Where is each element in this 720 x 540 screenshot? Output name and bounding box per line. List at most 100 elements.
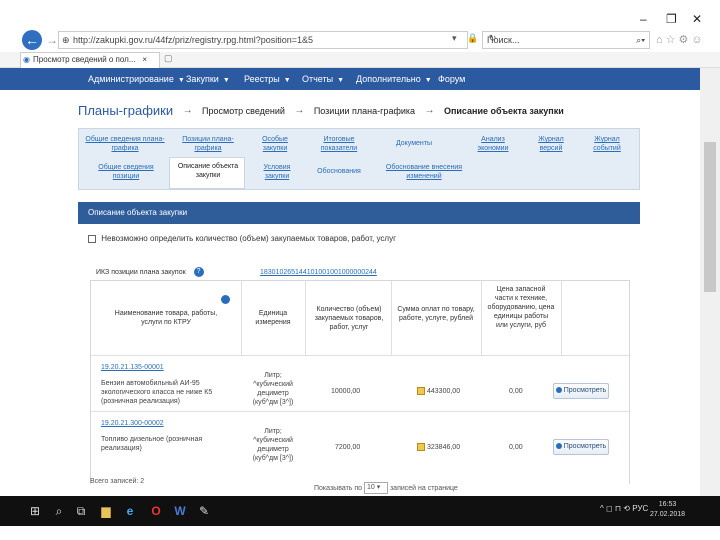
nav-additional[interactable]: Дополнительно ▼ <box>356 68 432 90</box>
checkbox-label: Невозможно определить количество (объем)… <box>101 234 396 243</box>
window-caption: – ❐ ✕ <box>0 0 720 30</box>
chevron-down-icon: ▼ <box>283 77 291 84</box>
quantity-undetermined-checkbox-row[interactable]: Невозможно определить количество (объем)… <box>88 234 396 243</box>
tab-close-icon[interactable]: × <box>142 53 147 67</box>
scrollbar-thumb[interactable] <box>704 142 716 292</box>
taskbar: ⊞ ⌕ ⧉ ▆ e O W ✎ ^ ◻ ⊓ ⟲ РУС 16:53 27.02.… <box>0 496 720 526</box>
minimize-button[interactable]: – <box>640 12 647 26</box>
new-tab-button[interactable]: ▢ <box>164 53 173 64</box>
restore-button[interactable]: ❐ <box>666 12 677 26</box>
page-icon: ⊕ <box>62 35 70 45</box>
help-icon[interactable]: ? <box>193 267 204 277</box>
tab-savings-analysis[interactable]: Анализ экономии <box>475 135 511 153</box>
word-icon[interactable]: W <box>172 502 188 520</box>
item-sum: 323846,00 <box>417 443 460 452</box>
nav-reports[interactable]: Отчеты ▼ <box>302 68 344 90</box>
vertical-scrollbar[interactable] <box>700 68 720 496</box>
address-bar[interactable]: ⊕ http://zakupki.gov.ru/44fz/priz/regist… <box>58 31 468 49</box>
search-icon[interactable]: ⌕ <box>52 502 66 520</box>
site-favicon-icon: ◉ <box>23 55 30 64</box>
quantity-undetermined-checkbox[interactable] <box>88 234 96 243</box>
opera-icon[interactable]: O <box>148 502 164 520</box>
back-button[interactable]: ← <box>22 30 42 50</box>
nav-forum[interactable]: Форум <box>438 68 465 90</box>
search-input[interactable]: Поиск... ⌕▾ <box>482 31 650 49</box>
tab-position-general[interactable]: Общие сведения позиции <box>91 163 161 181</box>
page-size-label: Показывать по <box>314 484 363 492</box>
item-unit: Литр; ^кубический дециметр (куб^дм [3^]) <box>252 428 294 462</box>
ktru-code-link[interactable]: 19.20.21.300-00002 <box>101 419 164 428</box>
tab-change-justification[interactable]: Обоснование внесения изменений <box>379 163 469 181</box>
system-tray[interactable]: ^ ◻ ⊓ ⟲ РУС <box>600 504 648 513</box>
view-button[interactable]: Просмотреть <box>553 439 609 455</box>
arrow-right-icon: → <box>424 105 435 117</box>
nav-purchases[interactable]: Закупки ▼ <box>186 68 230 90</box>
breadcrumb-current: Описание объекта закупки <box>443 105 564 116</box>
language-indicator[interactable]: РУС <box>632 504 648 513</box>
item-price: 0,00 <box>509 388 523 395</box>
tab-documents[interactable]: Документы <box>379 139 449 148</box>
clock-time: 16:53 <box>658 501 677 508</box>
browser-toolbar: ← → ⊕ http://zakupki.gov.ru/44fz/priz/re… <box>0 30 720 52</box>
tab-object-description-label: Описание объекта закупки <box>177 163 239 179</box>
breadcrumb-item[interactable]: Позиции плана-графика <box>314 106 415 116</box>
item-unit: Литр; ^кубический дециметр (куб^дм [3^]) <box>252 372 294 406</box>
tab-version-log[interactable]: Журнал версий <box>533 135 569 153</box>
arrow-right-icon: → <box>294 105 305 117</box>
internet-explorer-icon[interactable]: e <box>122 502 138 520</box>
tray-icons[interactable]: ^ ◻ ⊓ ⟲ <box>600 504 630 513</box>
header-sum: Сумма оплат по товару, работе, услуге, р… <box>397 306 475 322</box>
tab-justifications[interactable]: Обоснования <box>311 167 367 176</box>
main-navigation: Администрирование ▼ Закупки ▼ Реестры ▼ Отч… <box>0 68 700 90</box>
table-footer: Всего записей: 2 Показывать по 10 ▾ запи… <box>90 478 630 496</box>
column-divider <box>481 281 482 355</box>
nav-administration[interactable]: Администрирование ▼ <box>88 68 185 90</box>
bottom-margin <box>0 526 720 540</box>
chevron-down-icon: ▼ <box>177 77 185 84</box>
chevron-down-icon: ▼ <box>222 77 230 84</box>
section-header: Описание объекта закупки <box>78 202 640 224</box>
windows-start-icon[interactable]: ⊞ <box>28 502 42 520</box>
browser-tab[interactable]: ◉ Просмотр сведений о пол... × <box>20 52 160 68</box>
column-divider <box>241 281 242 355</box>
search-placeholder: Поиск... <box>487 35 520 45</box>
clock-date: 27.02.2018 <box>650 511 686 518</box>
item-quantity: 10000,00 <box>331 388 361 395</box>
app-icon[interactable]: ✎ <box>196 502 212 520</box>
view-button[interactable]: Просмотреть <box>553 383 609 399</box>
tab-purchase-conditions[interactable]: Условия закупки <box>257 163 297 181</box>
ktru-code-link[interactable]: 19.20.21.135-00001 <box>101 363 164 372</box>
breadcrumb: Планы-графики → Просмотр сведений → Пози… <box>78 102 564 118</box>
tab-special-purchases[interactable]: Особые закупки <box>255 135 295 153</box>
section-tabs: Общие сведения плана-графика Позиции пла… <box>78 128 640 190</box>
item-price: 0,00 <box>509 444 523 451</box>
forward-button[interactable]: → <box>46 33 58 47</box>
page-size-suffix: записей на странице <box>389 484 458 492</box>
edit-icon <box>417 443 425 452</box>
row-divider <box>91 411 631 412</box>
file-explorer-icon[interactable]: ▆ <box>98 502 114 520</box>
arrow-right-icon: → <box>182 105 193 117</box>
nav-registries[interactable]: Реестры ▼ <box>244 68 291 90</box>
breadcrumb-item[interactable]: Просмотр сведений <box>202 106 285 116</box>
task-view-icon[interactable]: ⧉ <box>74 502 88 520</box>
view-icon <box>555 443 562 450</box>
tab-object-description-active[interactable]: Описание объекта закупки <box>169 157 245 189</box>
tab-plan-general[interactable]: Общие сведения плана-графика <box>85 135 165 153</box>
sort-icon[interactable] <box>221 295 230 304</box>
clock[interactable]: 16:53 27.02.2018 <box>650 500 685 520</box>
header-unit: Единица измерения <box>255 310 291 326</box>
page-size-select[interactable]: 10 ▾ <box>364 482 389 494</box>
total-records: Всего записей: 2 <box>90 478 145 485</box>
tab-plan-positions[interactable]: Позиции плана-графика <box>173 135 243 153</box>
web-page: Администрирование ▼ Закупки ▼ Реестры ▼ Отч… <box>0 68 700 496</box>
row-divider <box>91 355 631 356</box>
close-window-button[interactable]: ✕ <box>692 12 702 26</box>
tab-totals[interactable]: Итоговые показатели <box>311 135 367 153</box>
tab-event-log[interactable]: Журнал событий <box>587 135 627 153</box>
ikz-value[interactable]: 183010265144101001001000000244 <box>260 269 377 276</box>
toolbar-icons[interactable]: ⌂☆⚙☺ <box>656 33 706 46</box>
breadcrumb-root[interactable]: Планы-графики <box>78 103 173 118</box>
search-icon[interactable]: ⌕▾ <box>636 32 645 48</box>
header-quantity: Количество (объем) закупаемых товаров, р… <box>314 306 384 331</box>
